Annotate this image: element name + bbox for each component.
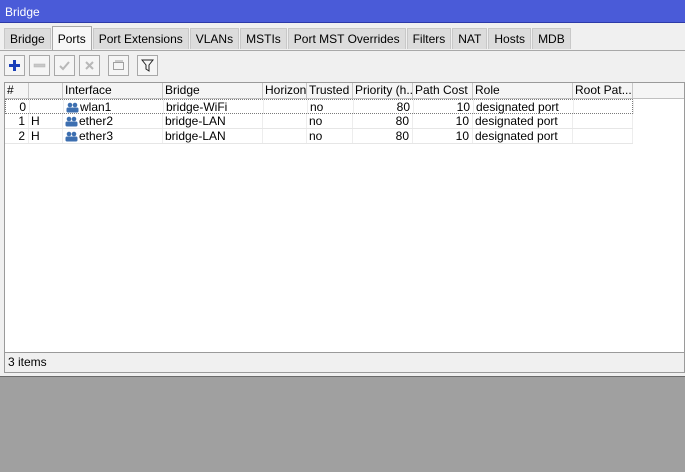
status-bar: 3 items [4, 353, 685, 373]
col-flags-header[interactable] [29, 83, 63, 98]
comment-icon [113, 60, 124, 70]
plus-icon [9, 60, 20, 71]
cell-interface: ether2 [63, 114, 163, 128]
tab-mdb[interactable]: MDB [532, 28, 571, 49]
cell-number: 0 [6, 100, 30, 114]
cell-number: 1 [5, 114, 29, 128]
col-role-header[interactable]: Role [473, 83, 573, 98]
cell-trusted: no [307, 114, 353, 128]
cell-role: designated port [473, 129, 573, 143]
ports-table: # Interface Bridge Horizon Trusted Priority (… [4, 82, 685, 353]
interface-name: ether3 [79, 129, 114, 143]
tab-divider [0, 50, 685, 51]
table-row[interactable]: 0 wlan1 bridge-WiFi no 80 10 designated port [5, 99, 634, 114]
enable-button[interactable] [54, 55, 75, 76]
table-header: # Interface Bridge Horizon Trusted Priority (… [5, 83, 684, 99]
cell-interface: ether3 [63, 129, 163, 143]
tab-vlans[interactable]: VLANs [189, 28, 240, 49]
cell-priority: 80 [353, 129, 413, 143]
window-title: Bridge [5, 5, 40, 19]
tab-filters[interactable]: Filters [406, 28, 452, 49]
col-root-path-cost-header[interactable]: Root Pat... [573, 83, 633, 98]
interface-icon [65, 131, 78, 142]
cell-bridge: bridge-LAN [163, 129, 263, 143]
disable-button[interactable] [79, 55, 100, 76]
tab-mstis[interactable]: MSTIs [240, 28, 287, 49]
tab-bar: Bridge Ports Port Extensions VLANs MSTIs Port… [4, 26, 572, 50]
tab-bridge[interactable]: Bridge [4, 28, 51, 49]
cell-root-path-cost [574, 100, 634, 114]
col-priority-header[interactable]: Priority (h... [353, 83, 413, 98]
cell-path-cost: 10 [413, 129, 473, 143]
col-number-header[interactable]: # [5, 83, 29, 98]
cell-number: 2 [5, 129, 29, 143]
table-row[interactable]: 2 Hether3 bridge-LAN no 80 10 designated port [5, 129, 633, 144]
cell-path-cost: 10 [414, 100, 474, 114]
tab-port-mst-overrides[interactable]: Port MST Overrides [287, 28, 406, 49]
cell-interface: wlan1 [64, 100, 164, 114]
interface-icon [66, 102, 79, 113]
cell-priority: 80 [354, 100, 414, 114]
interface-name: wlan1 [80, 100, 112, 114]
interface-icon [65, 116, 78, 127]
table-row[interactable]: 1 Hether2 bridge-LAN no 80 10 designated port [5, 114, 633, 129]
col-horizon-header[interactable]: Horizon [263, 83, 307, 98]
item-count: 3 items [8, 355, 47, 369]
tab-ports[interactable]: Ports [51, 26, 92, 50]
bridge-window: Bridge Bridge Ports Port Extensions VLANs MS… [0, 0, 685, 377]
cell-bridge: bridge-LAN [163, 114, 263, 128]
cell-flags: H [29, 129, 63, 143]
x-icon [85, 61, 94, 70]
minus-icon [33, 63, 46, 68]
add-button[interactable] [4, 55, 25, 76]
cell-role: designated port [474, 100, 574, 114]
cell-path-cost: 10 [413, 114, 473, 128]
filter-button[interactable] [137, 55, 158, 76]
window-titlebar[interactable]: Bridge [0, 0, 685, 23]
cell-priority: 80 [353, 114, 413, 128]
col-path-cost-header[interactable]: Path Cost [413, 83, 473, 98]
cell-horizon [263, 114, 307, 128]
cell-flags [30, 100, 64, 114]
cell-role: designated port [473, 114, 573, 128]
tab-hosts[interactable]: Hosts [488, 28, 532, 49]
comment-button[interactable] [108, 55, 129, 76]
tab-port-extensions[interactable]: Port Extensions [92, 28, 189, 49]
cell-horizon [263, 129, 307, 143]
cell-horizon [264, 100, 308, 114]
col-interface-header[interactable]: Interface [63, 83, 163, 98]
tab-nat[interactable]: NAT [452, 28, 488, 49]
interface-name: ether2 [79, 114, 114, 128]
filter-icon [141, 59, 154, 72]
col-trusted-header[interactable]: Trusted [307, 83, 353, 98]
cell-root-path-cost [573, 114, 633, 128]
toolbar [4, 55, 162, 77]
cell-flags: H [29, 114, 63, 128]
cell-root-path-cost [573, 129, 633, 143]
cell-bridge: bridge-WiFi [164, 100, 264, 114]
check-icon [59, 61, 70, 71]
cell-trusted: no [308, 100, 354, 114]
remove-button[interactable] [29, 55, 50, 76]
cell-trusted: no [307, 129, 353, 143]
col-bridge-header[interactable]: Bridge [163, 83, 263, 98]
